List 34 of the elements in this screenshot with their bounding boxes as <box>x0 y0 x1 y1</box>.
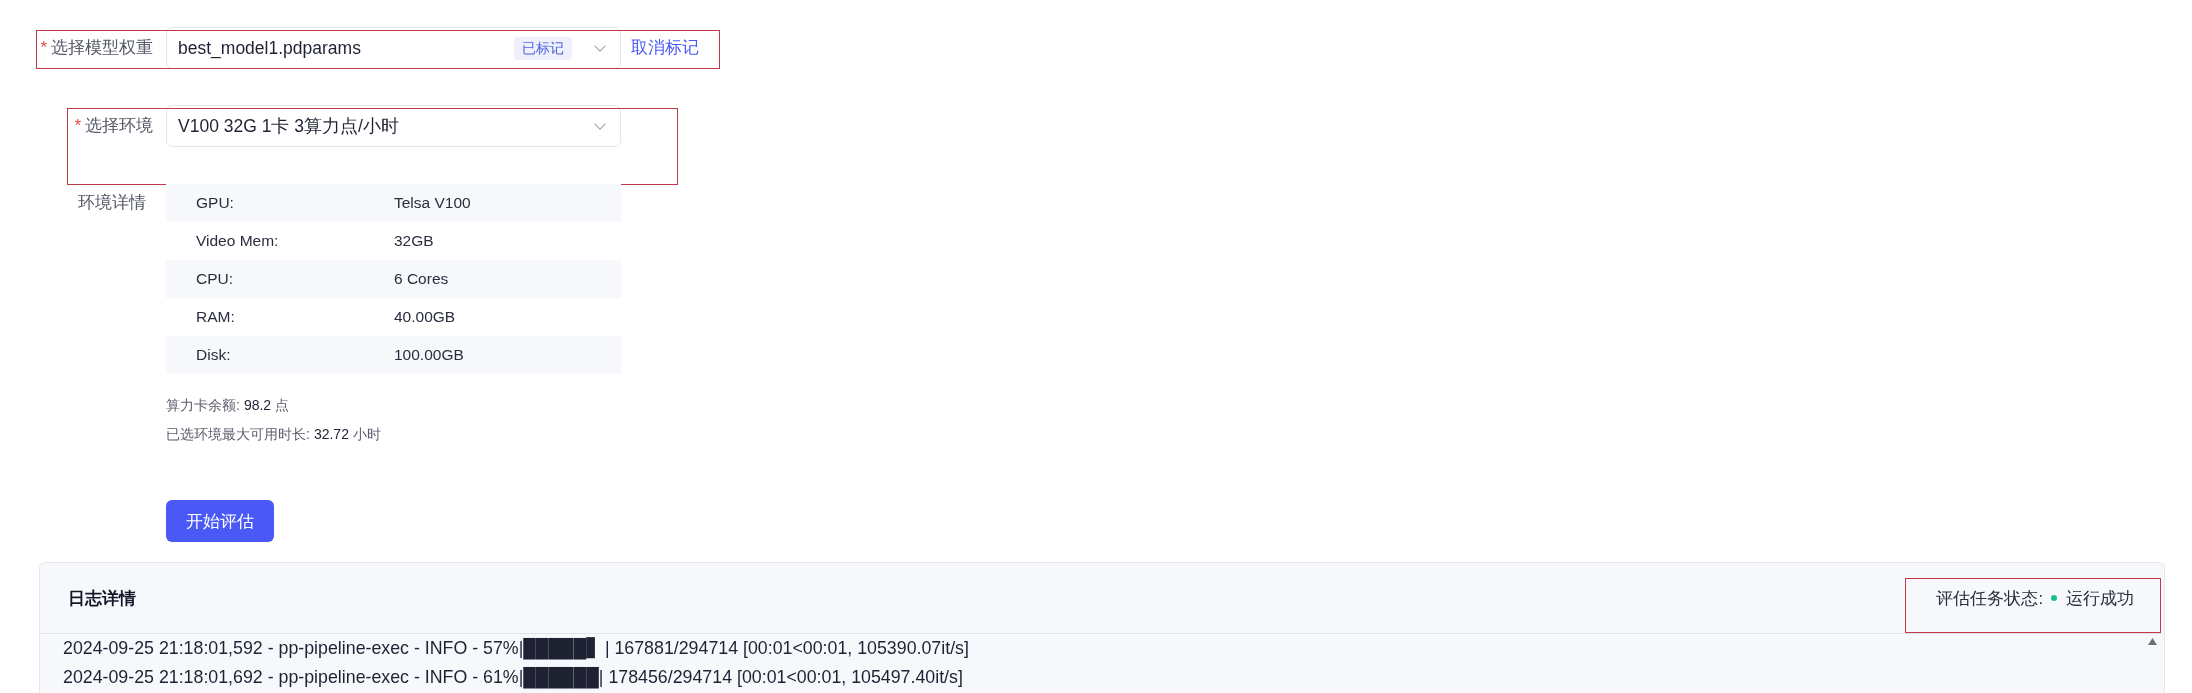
unmark-link[interactable]: 取消标记 <box>631 27 699 69</box>
spec-value: 6 Cores <box>394 269 449 290</box>
log-line: 2024-09-25 21:18:01,692 - pp-pipeline-exec - INFO - 61%|██████| 178456/294714 [00:01<00:01, 105497.40it/s] <box>63 666 963 691</box>
info-unit: 小时 <box>352 426 381 442</box>
log-line: 2024-09-25 21:18:01,592 - pp-pipeline-exec - INFO - 57%|█████▋ | 167881/294714 [00:01<00:01, 105390.07it/s] <box>63 636 969 662</box>
model-weight-select[interactable]: best_model1.pdparams 已标记 <box>166 27 621 69</box>
spec-value: Telsa V100 <box>394 193 471 214</box>
field-label: 选择模型权重 <box>51 37 153 59</box>
log-title: 日志详情 <box>68 587 136 609</box>
start-evaluation-button[interactable]: 开始评估 <box>166 500 274 542</box>
spec-value: 100.00GB <box>394 345 464 366</box>
environment-select[interactable]: V100 32G 1卡 3算力点/小时 <box>166 105 621 147</box>
spec-value: 40.00GB <box>394 307 456 328</box>
spec-label: RAM: <box>195 307 236 328</box>
spec-label: Disk: <box>195 345 232 366</box>
spec-label: Video Mem: <box>195 231 280 252</box>
spec-label: GPU: <box>195 193 235 214</box>
marked-tag: 已标记 <box>514 36 572 60</box>
info-value: 98.2 <box>243 397 272 413</box>
info-unit: 点 <box>275 397 290 413</box>
chevron-down-icon <box>594 44 606 52</box>
field-label: 环境详情 <box>77 192 147 214</box>
required-asterisk: * <box>74 115 81 137</box>
spec-value: 32GB <box>394 231 434 252</box>
required-asterisk: * <box>40 37 47 59</box>
scroll-up-arrow-icon[interactable] <box>2148 638 2157 645</box>
info-value: 32.72 <box>313 426 349 442</box>
chevron-down-icon <box>594 122 606 130</box>
field-label: 选择环境 <box>85 115 153 137</box>
spec-label: CPU: <box>195 269 235 290</box>
status-text: 运行成功 <box>2066 587 2134 609</box>
info-label: 已选环境最大可用时长: <box>166 426 310 442</box>
status-label: 评估任务状态: <box>1936 587 2043 609</box>
info-label: 算力卡余额: <box>166 397 240 413</box>
